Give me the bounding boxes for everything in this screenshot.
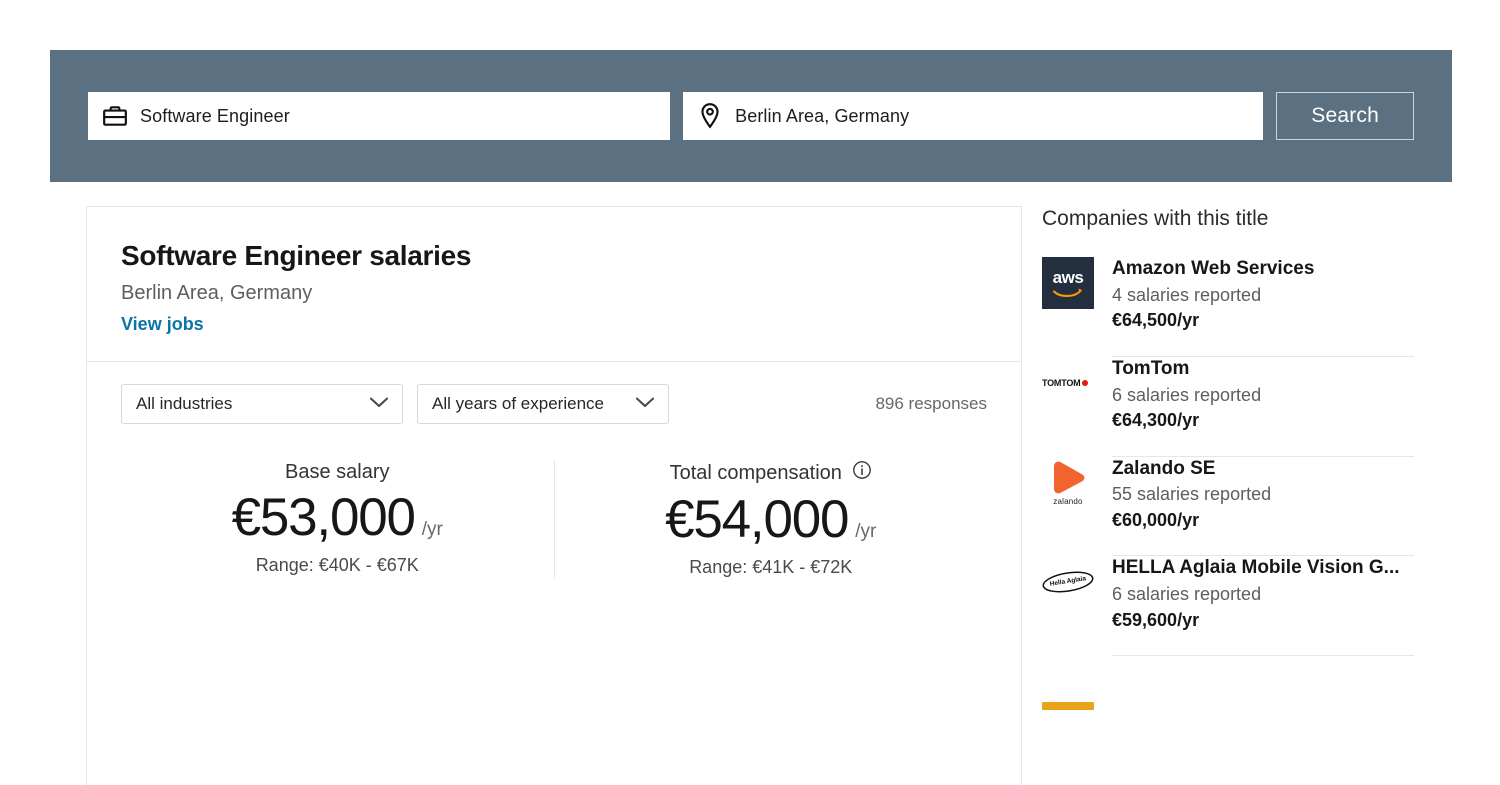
search-header: Software Engineer Berlin Area, Germany S…	[50, 50, 1452, 182]
company-logo: Hella Aglaia	[1042, 556, 1094, 608]
company-salary-count: 6 salaries reported	[1112, 583, 1414, 606]
list-item[interactable]: TOMTOM TomTom 6 salaries reported €64,30…	[1042, 357, 1414, 456]
total-compensation-label: Total compensation	[670, 461, 842, 485]
page-subtitle: Berlin Area, Germany	[121, 281, 987, 305]
responses-count: 896 responses	[875, 394, 987, 414]
companies-rail-title: Companies with this title	[1042, 206, 1414, 231]
total-compensation-range: Range: €41K - €72K	[565, 557, 978, 578]
industries-select[interactable]: All industries	[121, 384, 403, 424]
chevron-down-icon	[636, 395, 654, 413]
aws-swoosh-icon	[1053, 287, 1083, 298]
partial-company-logo	[1042, 702, 1094, 710]
location-search-field[interactable]: Berlin Area, Germany	[683, 92, 1263, 140]
company-logo: aws	[1042, 257, 1094, 309]
info-circle-icon[interactable]	[852, 460, 872, 486]
experience-select[interactable]: All years of experience	[417, 384, 669, 424]
company-info: Zalando SE 55 salaries reported €60,000/…	[1112, 457, 1414, 532]
base-salary-range: Range: €40K - €67K	[131, 555, 544, 576]
job-title-input[interactable]: Software Engineer	[140, 106, 290, 127]
company-name: TomTom	[1112, 357, 1414, 381]
company-info: Amazon Web Services 4 salaries reported …	[1112, 257, 1414, 332]
list-item[interactable]: zalando Zalando SE 55 salaries reported …	[1042, 457, 1414, 556]
location-input[interactable]: Berlin Area, Germany	[735, 106, 909, 127]
list-item[interactable]: Hella Aglaia HELLA Aglaia Mobile Vision …	[1042, 556, 1414, 655]
page-content: Software Engineer salaries Berlin Area, …	[0, 182, 1500, 785]
search-button[interactable]: Search	[1276, 92, 1414, 140]
company-name: Zalando SE	[1112, 457, 1414, 481]
filter-bar: All industries All years of experience 8…	[87, 362, 1021, 424]
company-info: TomTom 6 salaries reported €64,300/yr	[1112, 357, 1414, 432]
list-item-partial[interactable]	[1042, 656, 1414, 732]
company-salary-count: 4 salaries reported	[1112, 284, 1414, 307]
zalando-mark-icon	[1048, 459, 1088, 495]
company-logo: TOMTOM	[1042, 357, 1094, 409]
zalando-logo: zalando	[1042, 459, 1094, 506]
company-name: Amazon Web Services	[1112, 257, 1414, 281]
company-salary-count: 55 salaries reported	[1112, 483, 1414, 506]
company-median-salary: €64,300/yr	[1112, 409, 1414, 432]
company-median-salary: €60,000/yr	[1112, 509, 1414, 532]
companies-rail: Companies with this title aws Amazon Web…	[1042, 206, 1414, 785]
view-jobs-link[interactable]: View jobs	[121, 314, 204, 335]
job-title-search-field[interactable]: Software Engineer	[88, 92, 670, 140]
base-salary-label: Base salary	[131, 460, 544, 484]
total-compensation-amount-line: €54,000 /yr	[565, 490, 978, 551]
base-salary-block: Base salary €53,000 /yr Range: €40K - €6…	[121, 460, 554, 578]
tomtom-dot-icon	[1082, 380, 1088, 386]
list-item[interactable]: aws Amazon Web Services 4 salaries repor…	[1042, 257, 1414, 356]
hella-aglaia-logo: Hella Aglaia	[1042, 567, 1094, 597]
chevron-down-icon	[370, 395, 388, 413]
salary-overview-card: Software Engineer salaries Berlin Area, …	[86, 206, 1022, 785]
total-compensation-period: /yr	[855, 521, 876, 543]
industries-select-label: All industries	[136, 394, 232, 414]
company-median-salary: €64,500/yr	[1112, 309, 1414, 332]
base-salary-amount-line: €53,000 /yr	[131, 488, 544, 549]
card-header: Software Engineer salaries Berlin Area, …	[87, 207, 1021, 361]
tomtom-logo: TOMTOM	[1042, 378, 1094, 388]
total-compensation-amount: €54,000	[665, 490, 848, 551]
company-logo	[1042, 680, 1094, 732]
base-salary-amount: €53,000	[232, 488, 415, 549]
total-compensation-block: Total compensation €54,000 /yr Range: €4…	[554, 460, 988, 578]
company-salary-count: 6 salaries reported	[1112, 384, 1414, 407]
total-compensation-label-row: Total compensation	[565, 460, 978, 486]
company-info: HELLA Aglaia Mobile Vision G... 6 salari…	[1112, 556, 1414, 631]
zalando-wordmark: zalando	[1053, 497, 1082, 506]
base-salary-period: /yr	[422, 519, 443, 541]
salary-summary: Base salary €53,000 /yr Range: €40K - €6…	[87, 460, 1021, 578]
svg-text:Hella Aglaia: Hella Aglaia	[1049, 576, 1087, 589]
briefcase-icon	[102, 103, 128, 129]
aws-logo: aws	[1042, 257, 1094, 309]
experience-select-label: All years of experience	[432, 394, 604, 414]
tomtom-wordmark: TOMTOM	[1042, 378, 1080, 388]
company-logo: zalando	[1042, 457, 1094, 509]
aws-wordmark: aws	[1053, 269, 1084, 286]
page-title: Software Engineer salaries	[121, 239, 987, 273]
company-median-salary: €59,600/yr	[1112, 609, 1414, 632]
company-name: HELLA Aglaia Mobile Vision G...	[1112, 556, 1414, 580]
map-pin-icon	[697, 102, 723, 130]
hella-aglaia-mark-icon: Hella Aglaia	[1042, 567, 1094, 597]
